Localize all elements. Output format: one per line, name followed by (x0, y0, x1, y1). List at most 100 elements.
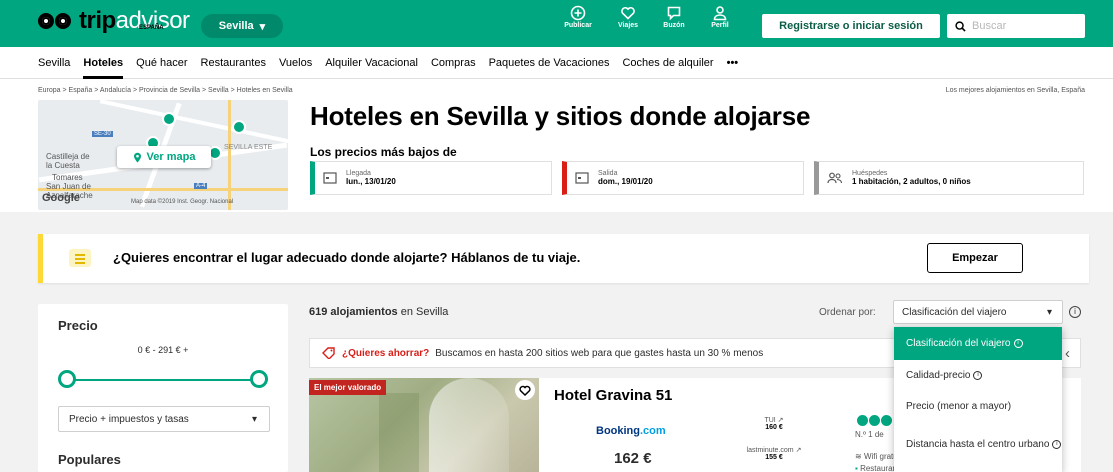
save-highlight: ¿Quieres ahorrar? (342, 347, 430, 359)
save-heart-icon[interactable] (515, 380, 535, 400)
guests-value: 1 habitación, 2 adultos, 0 niños (852, 177, 971, 186)
start-button[interactable]: Empezar (927, 243, 1023, 273)
nav-item-paquetes[interactable]: Paquetes de Vacaciones (489, 47, 610, 79)
map-preview[interactable]: SE-30 A-4 SEVILLA ESTE Castilleja de la … (38, 100, 288, 210)
hotel-rank: N.º 1 de (855, 430, 884, 439)
chevron-down-icon: ▾ (259, 20, 266, 33)
logo-text: tripadvisor (79, 7, 190, 34)
sort-option-value[interactable]: Calidad-precio i (894, 360, 1062, 391)
nav-item-sevilla[interactable]: Sevilla (38, 47, 70, 79)
nav-item-restaurantes[interactable]: Restaurantes (201, 47, 266, 79)
nav-item-compras[interactable]: Compras (431, 47, 476, 79)
breadcrumb[interactable]: Europa > España > Andalucía > Provincia … (38, 87, 293, 94)
info-icon: i (973, 371, 983, 380)
city-label: Sevilla (218, 20, 254, 32)
filters-sidebar: Precio 0 € - 291 € + Precio + impuestos … (38, 304, 288, 472)
map-road-a4: A-4 (194, 183, 208, 189)
price-type-value: Precio + impuestos y tasas (69, 413, 189, 425)
chevron-down-icon: ▾ (1046, 306, 1052, 318)
map-road-se30: SE-30 (92, 131, 113, 137)
info-icon[interactable]: i (1069, 306, 1081, 318)
owl-eyes-icon (38, 12, 76, 30)
nav-item-hoteles[interactable]: Hoteles (83, 47, 123, 79)
checkout-field[interactable]: Salida dom., 19/01/20 (562, 161, 804, 195)
info-icon: i (1052, 439, 1062, 449)
login-button[interactable]: Registrarse o iniciar sesión (762, 14, 940, 38)
sort-option-price[interactable]: Precio (menor a mayor) (894, 391, 1062, 422)
guests-field[interactable]: Huéspedes 1 habitación, 2 adultos, 0 niñ… (814, 161, 1084, 195)
lowest-prices-label: Los precios más bajos de (310, 145, 457, 159)
sort-select[interactable]: Clasificación del viajero ▾ (893, 300, 1063, 324)
view-map-button[interactable]: Ver mapa (117, 146, 211, 168)
main-price[interactable]: 162 € (614, 450, 652, 467)
sort-label: Ordenar por: (819, 307, 876, 318)
price-range-value: 0 € - 291 € + (137, 345, 189, 355)
calendar-icon (323, 172, 337, 184)
map-pin[interactable] (162, 112, 176, 126)
checkout-value: dom., 19/01/20 (598, 177, 653, 186)
location-pin-icon (133, 152, 141, 162)
wifi-icon: ≋ (855, 452, 862, 461)
page-title: Hoteles en Sevilla y sitios donde alojar… (310, 101, 811, 131)
price-filter-title: Precio (58, 318, 98, 333)
nav-item-vuelos[interactable]: Vuelos (279, 47, 312, 79)
nav-more-button[interactable]: ••• (727, 47, 739, 79)
trips-button[interactable]: Viajes (608, 5, 648, 29)
best-accommodations-link[interactable]: Los mejores alojamientos en Sevilla, Esp… (946, 87, 1085, 94)
profile-label: Perfil (711, 22, 729, 29)
list-icon (69, 249, 91, 267)
popular-filter-title: Populares (58, 452, 121, 467)
checkout-label: Salida (598, 170, 618, 177)
chevron-left-icon[interactable]: ‹ (1065, 345, 1070, 362)
hotel-name[interactable]: Hotel Gravina 51 (554, 387, 672, 404)
price-slider-track[interactable] (64, 379, 264, 381)
sort-option-distance[interactable]: Distancia hasta el centro urbano i (894, 422, 1062, 468)
map-label-sevilla-este: SEVILLA ESTE (224, 144, 273, 151)
profile-button[interactable]: Perfil (700, 5, 740, 29)
search-placeholder: Buscar (972, 20, 1007, 32)
tag-icon (322, 347, 335, 359)
sort-option-traveler-rating[interactable]: Clasificación del viajero i (894, 327, 1062, 360)
checkin-label: Llegada (346, 170, 371, 177)
nav-item-que-hacer[interactable]: Qué hacer (136, 47, 187, 79)
results-count: 619 alojamientos en Sevilla (309, 306, 449, 318)
save-text: Buscamos en hasta 200 sitios web para qu… (435, 347, 764, 359)
map-attribution: Map data ©2019 Inst. Geogr. Nacional (131, 199, 234, 205)
logo-country: ESPAÑA (139, 25, 164, 31)
plus-circle-icon (570, 5, 586, 21)
trips-label: Viajes (617, 22, 639, 29)
checkin-value: lun., 13/01/20 (346, 177, 396, 186)
trip-planner-text: ¿Quieres encontrar el lugar adecuado don… (113, 250, 581, 265)
checkin-field[interactable]: Llegada lun., 13/01/20 (310, 161, 552, 195)
publish-button[interactable]: Publicar (558, 5, 598, 29)
offer-lastminute[interactable]: lastminute.com ↗ 155 € (739, 446, 809, 461)
map-label-tomares: Tomares (52, 173, 83, 182)
calendar-icon (575, 172, 589, 184)
map-label-castilleja: Castilleja de la Cuesta (46, 152, 90, 170)
google-logo: Google (42, 192, 80, 204)
offer-tui[interactable]: TUI ↗ 160 € (739, 416, 809, 431)
guests-label: Huéspedes (852, 170, 888, 177)
inbox-label: Buzón (663, 22, 685, 29)
nav-item-alquiler[interactable]: Alquiler Vacacional (325, 47, 418, 79)
trip-planner-banner: ¿Quieres encontrar el lugar adecuado don… (38, 234, 1089, 283)
price-slider-min-handle[interactable] (58, 370, 76, 388)
top-bar: tripadvisor ESPAÑA Sevilla ▾ Publicar Vi… (0, 0, 1113, 47)
top-rated-badge: El mejor valorado (309, 380, 387, 395)
search-input[interactable]: Buscar (947, 14, 1085, 38)
publish-label: Publicar (564, 22, 592, 29)
price-type-select[interactable]: Precio + impuestos y tasas ▾ (58, 406, 270, 432)
view-map-label: Ver mapa (146, 151, 196, 163)
sort-dropdown-menu: Clasificación del viajero i Calidad-preci… (894, 327, 1062, 472)
guests-icon (827, 172, 843, 184)
info-icon: i (1013, 339, 1023, 348)
inbox-button[interactable]: Buzón (654, 5, 694, 29)
price-slider-max-handle[interactable] (250, 370, 268, 388)
map-pin[interactable] (232, 120, 246, 134)
restaurant-icon: ▪ (855, 464, 858, 472)
provider-logo: Booking.com (596, 425, 666, 437)
nav-item-coches[interactable]: Coches de alquiler (622, 47, 713, 79)
city-selector-button[interactable]: Sevilla ▾ (201, 14, 283, 38)
user-icon (713, 6, 727, 21)
tripadvisor-logo[interactable]: tripadvisor (38, 9, 190, 33)
